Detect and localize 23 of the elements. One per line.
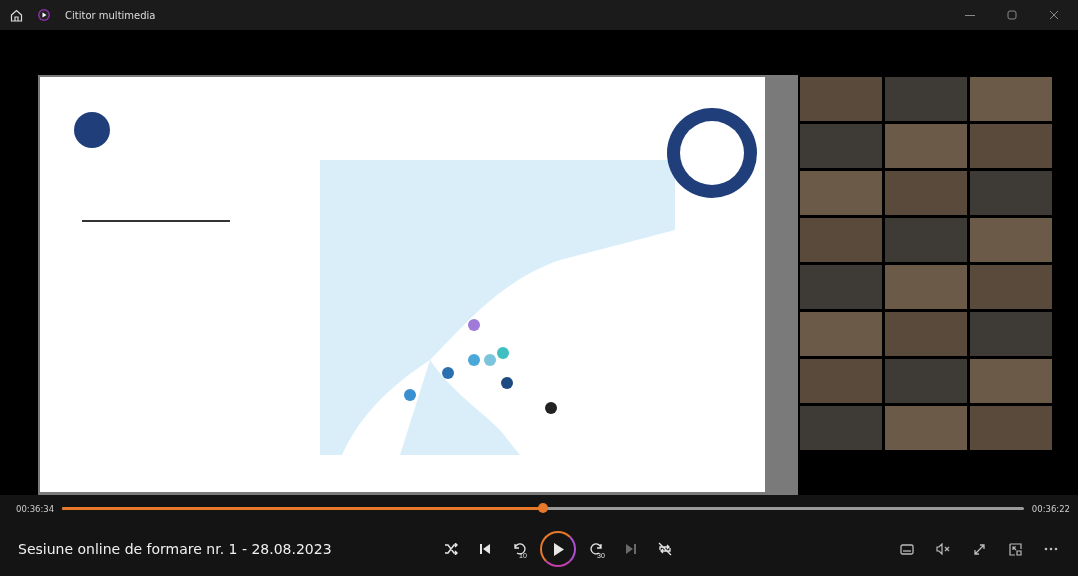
play-button[interactable]: [540, 531, 576, 567]
play-icon: [551, 541, 565, 557]
rewind-icon: [512, 542, 526, 556]
elapsed-time: 00:36:34: [16, 503, 55, 514]
minimize-icon: [965, 14, 975, 16]
restore-icon: [1007, 10, 1017, 20]
window-title: Cititor multimedia: [65, 9, 156, 21]
shuffle-icon: [444, 543, 458, 555]
remaining-time: 00:36:22: [1031, 503, 1070, 514]
home-icon[interactable]: [10, 8, 23, 22]
repeat-off-icon: [658, 542, 672, 556]
previous-icon: [479, 543, 491, 555]
seek-thumb[interactable]: [538, 503, 548, 513]
fullscreen-icon: [972, 542, 986, 556]
more-icon: [1044, 547, 1058, 551]
captions-icon: [900, 543, 914, 555]
close-icon: [1049, 10, 1059, 20]
app-icon: [37, 8, 51, 22]
muted-speaker-icon: [936, 543, 950, 555]
next-icon: [625, 543, 637, 555]
mini-player-icon: [1008, 542, 1022, 556]
forward-icon: [590, 542, 604, 556]
media-title: Sesiune online de formare nr. 1 - 28.08.2023: [18, 541, 333, 557]
